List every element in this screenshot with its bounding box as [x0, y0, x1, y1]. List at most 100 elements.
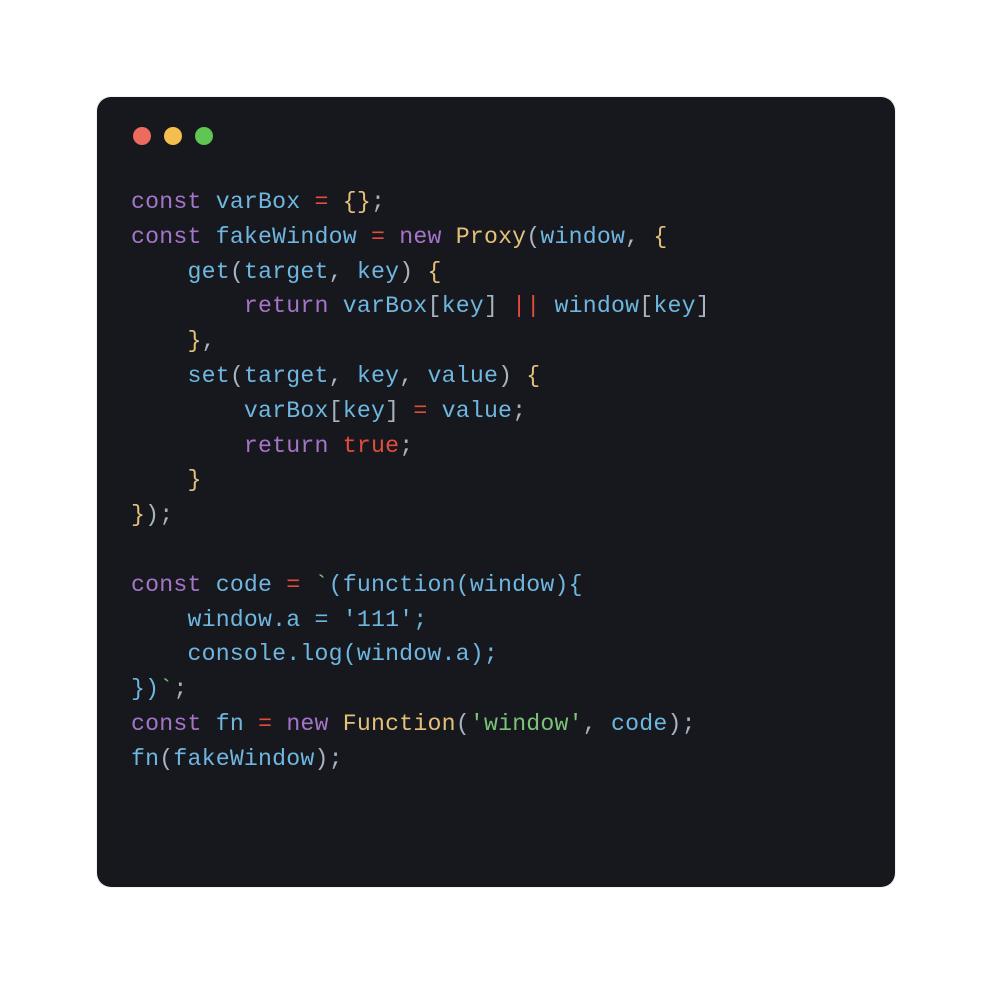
token-kw: const	[131, 224, 202, 250]
token-var: fakeWindow	[173, 746, 314, 772]
token-kw: return	[244, 433, 329, 459]
token-bool: true	[343, 433, 399, 459]
token-var: value	[442, 398, 513, 424]
token-kw: const	[131, 711, 202, 737]
token-var: key	[343, 398, 385, 424]
token-kw: const	[131, 572, 202, 598]
token-punc: ,	[583, 711, 611, 737]
token-punc	[540, 293, 554, 319]
token-kw: new	[399, 224, 441, 250]
token-strlit: 'window'	[470, 711, 583, 737]
token-backtk: `	[315, 572, 329, 598]
close-icon[interactable]	[133, 127, 151, 145]
token-punc: );	[315, 746, 343, 772]
token-punc	[131, 293, 244, 319]
token-op: =	[315, 189, 329, 215]
token-var: target	[244, 259, 329, 285]
token-punc	[329, 293, 343, 319]
minimize-icon[interactable]	[164, 127, 182, 145]
token-punc	[329, 433, 343, 459]
token-kw: new	[286, 711, 328, 737]
token-var: varBox	[343, 293, 428, 319]
token-kw: const	[131, 189, 202, 215]
token-punc: );	[145, 502, 173, 528]
token-var: code	[611, 711, 667, 737]
token-punc	[131, 398, 244, 424]
token-punc: [	[427, 293, 441, 319]
window-traffic-lights	[133, 127, 861, 145]
token-punc: ]	[484, 293, 512, 319]
token-fn: get	[187, 259, 229, 285]
token-var: window	[555, 293, 640, 319]
token-brace: {	[526, 363, 540, 389]
token-punc: (	[456, 711, 470, 737]
token-punc	[329, 189, 343, 215]
token-punc: [	[639, 293, 653, 319]
token-fn: set	[187, 363, 229, 389]
token-punc: (	[230, 259, 244, 285]
token-punc	[202, 572, 216, 598]
token-punc	[427, 398, 441, 424]
token-punc: ]	[696, 293, 710, 319]
token-op: ||	[512, 293, 540, 319]
token-brace: {	[427, 259, 441, 285]
token-punc: ,	[202, 328, 216, 354]
token-str: (function(window){	[329, 572, 583, 598]
token-punc	[244, 711, 258, 737]
maximize-icon[interactable]	[195, 127, 213, 145]
token-str: })	[131, 676, 159, 702]
token-var: target	[244, 363, 329, 389]
token-punc: )	[399, 259, 427, 285]
token-op: =	[371, 224, 385, 250]
token-punc	[202, 189, 216, 215]
token-backtk: `	[159, 676, 173, 702]
token-punc: (	[526, 224, 540, 250]
token-var: fn	[216, 711, 244, 737]
token-punc: ,	[329, 363, 357, 389]
token-var: key	[357, 259, 399, 285]
token-var: fakeWindow	[216, 224, 357, 250]
token-punc	[131, 363, 187, 389]
token-var: value	[427, 363, 498, 389]
token-kw: return	[244, 293, 329, 319]
token-op: =	[413, 398, 427, 424]
token-punc	[131, 433, 244, 459]
token-var: varBox	[216, 189, 301, 215]
token-punc: ]	[385, 398, 413, 424]
token-punc: (	[159, 746, 173, 772]
token-punc	[300, 189, 314, 215]
token-var: key	[442, 293, 484, 319]
token-punc: ,	[399, 363, 427, 389]
token-fn: fn	[131, 746, 159, 772]
token-punc: ;	[371, 189, 385, 215]
token-punc: (	[230, 363, 244, 389]
token-op: =	[258, 711, 272, 737]
token-brace: }	[187, 328, 201, 354]
token-punc: )	[498, 363, 526, 389]
token-punc: ;	[512, 398, 526, 424]
token-punc	[202, 224, 216, 250]
token-punc	[357, 224, 371, 250]
token-brace: }	[131, 502, 145, 528]
token-var: code	[216, 572, 272, 598]
token-brace: {	[653, 224, 667, 250]
token-punc	[300, 572, 314, 598]
token-brace: }	[187, 467, 201, 493]
token-var: key	[357, 363, 399, 389]
token-punc: ,	[625, 224, 653, 250]
token-punc: );	[667, 711, 695, 737]
token-punc: ;	[173, 676, 187, 702]
token-punc	[442, 224, 456, 250]
token-punc	[131, 259, 187, 285]
token-str: window.a = '111';	[131, 607, 427, 633]
token-punc	[329, 711, 343, 737]
token-brace: {}	[343, 189, 371, 215]
token-str: console.log(window.a);	[131, 641, 498, 667]
token-op: =	[286, 572, 300, 598]
token-punc	[272, 711, 286, 737]
token-var: window	[540, 224, 625, 250]
code-content: const varBox = {}; const fakeWindow = ne…	[131, 185, 861, 777]
token-punc: ;	[399, 433, 413, 459]
token-punc	[131, 328, 187, 354]
token-punc	[385, 224, 399, 250]
